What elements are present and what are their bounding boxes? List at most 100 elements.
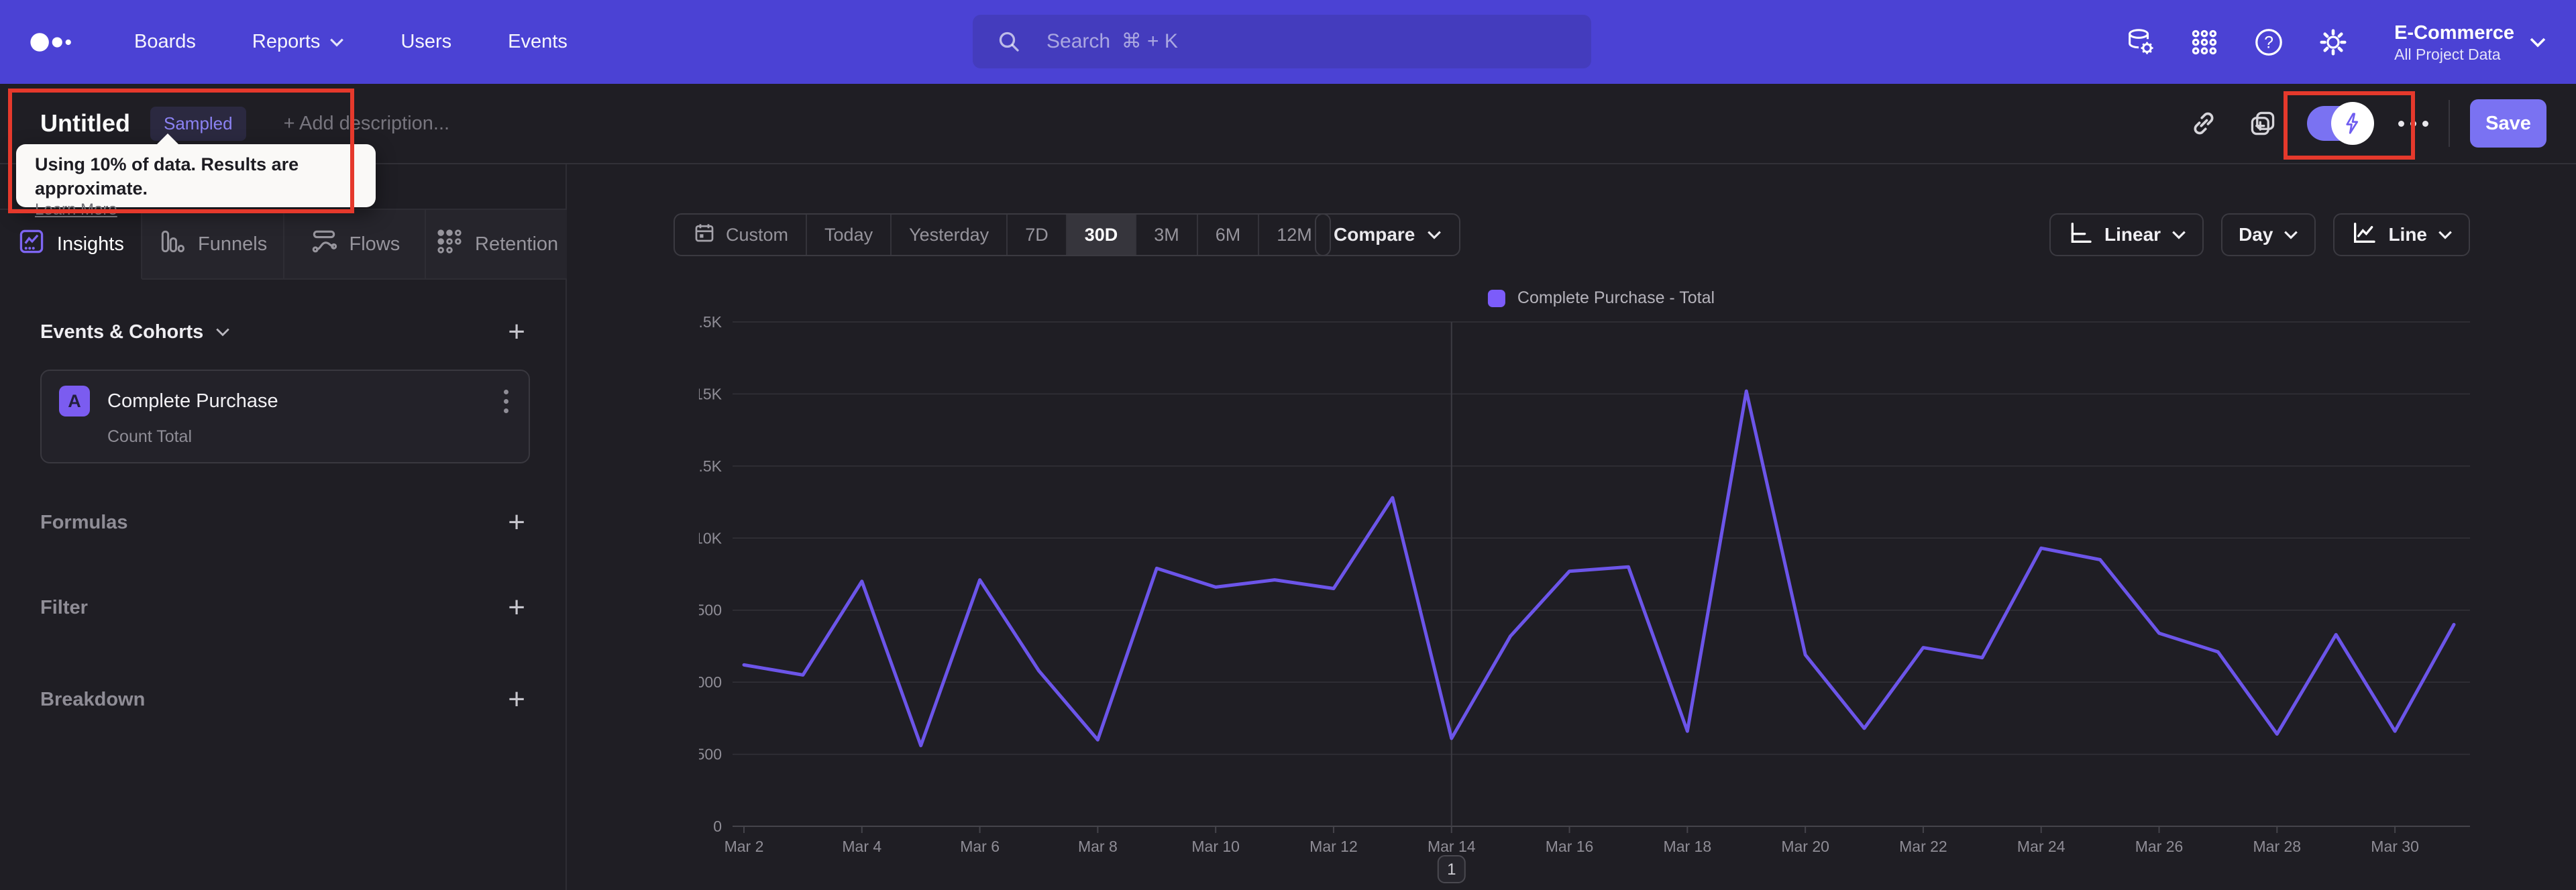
day-dropdown[interactable]: Day: [2221, 213, 2316, 256]
nav-item-reports[interactable]: Reports: [252, 31, 345, 53]
svg-text:10K: 10K: [699, 529, 722, 547]
event-card[interactable]: A Complete Purchase Count Total: [40, 370, 530, 463]
range-label: 7D: [1025, 224, 1049, 245]
sampling-toggle-knob: [2331, 102, 2374, 145]
chart-legend[interactable]: Complete Purchase - Total: [1487, 288, 1715, 308]
svg-text:0: 0: [713, 818, 722, 835]
event-name[interactable]: Complete Purchase: [107, 390, 278, 412]
range-custom[interactable]: Custom: [675, 215, 806, 255]
project-scope: All Project Data: [2394, 45, 2501, 63]
event-letter-badge: A: [59, 386, 90, 416]
search-icon: [996, 28, 1022, 58]
tab-insights[interactable]: Insights: [0, 210, 142, 280]
tab-funnels[interactable]: Funnels: [142, 210, 284, 278]
report-title[interactable]: Untitled: [40, 109, 130, 137]
help-icon[interactable]: ?: [2253, 27, 2284, 58]
line-chart-icon: [2351, 219, 2377, 251]
compare-button[interactable]: Compare: [1315, 213, 1461, 256]
add-formulas-button[interactable]: +: [508, 508, 525, 537]
learn-more-link[interactable]: Learn More: [35, 201, 117, 219]
add-event-button[interactable]: +: [508, 317, 525, 347]
copy-link-icon[interactable]: [2188, 107, 2220, 140]
tooltip-message: Using 10% of data. Results are approxima…: [35, 154, 299, 199]
svg-text:12.5K: 12.5K: [699, 457, 722, 475]
insights-icon: [17, 227, 46, 262]
tab-flows[interactable]: Flows: [284, 210, 427, 278]
events-cohorts-header: Events & Cohorts +: [40, 317, 525, 347]
global-search: [973, 15, 1591, 68]
svg-text:Mar 6: Mar 6: [960, 838, 1000, 855]
legend-label: Complete Purchase - Total: [1517, 288, 1715, 307]
range-label: Custom: [726, 224, 789, 245]
more-options-button[interactable]: [2398, 120, 2428, 127]
range-today[interactable]: Today: [806, 215, 890, 255]
range-label: 12M: [1277, 224, 1312, 245]
range-7d[interactable]: 7D: [1006, 215, 1066, 255]
add-breakdown-button[interactable]: +: [508, 685, 525, 714]
add-description[interactable]: + Add description...: [284, 113, 449, 135]
range-label: Yesterday: [909, 224, 989, 245]
data-management-icon[interactable]: [2125, 27, 2155, 58]
line-dropdown[interactable]: Line: [2333, 213, 2470, 256]
date-range-control: Custom Today Yesterday 7D 30D 3M 6M 12M: [674, 213, 1331, 256]
nav-item-boards[interactable]: Boards: [134, 31, 196, 53]
settings-gear-icon[interactable]: [2318, 27, 2349, 58]
section-breakdown: Breakdown +: [40, 683, 525, 716]
view-controls: Linear Day Line: [2049, 213, 2470, 256]
report-header: Untitled Sampled + Add description... Sa…: [0, 84, 2576, 164]
mixpanel-logo-icon[interactable]: [30, 27, 74, 57]
chevron-down-icon: [2438, 230, 2453, 239]
divider: [2449, 100, 2450, 147]
range-yesterday[interactable]: Yesterday: [890, 215, 1006, 255]
range-6m[interactable]: 6M: [1196, 215, 1258, 255]
svg-text:Mar 18: Mar 18: [1664, 838, 1712, 855]
svg-text:Mar 16: Mar 16: [1546, 838, 1594, 855]
range-30d[interactable]: 30D: [1065, 215, 1136, 255]
search-input[interactable]: [973, 15, 1591, 68]
line-chart[interactable]: 0 2,500 5,000 7,500 10K 12.5K 15K 17.5K 1 Mar 2 Ma…: [699, 309, 2497, 890]
control-label: Day: [2239, 224, 2273, 245]
chevron-down-icon: [2284, 230, 2298, 239]
event-options-kebab-icon[interactable]: [501, 387, 511, 416]
section-formulas: Formulas +: [40, 506, 525, 539]
svg-text:Mar 24: Mar 24: [2017, 838, 2065, 855]
svg-text:2,500: 2,500: [699, 746, 722, 763]
svg-text:?: ?: [2264, 33, 2273, 52]
project-selector[interactable]: E-Commerce All Project Data: [2394, 21, 2546, 64]
linear-dropdown[interactable]: Linear: [2049, 213, 2204, 256]
add-to-board-icon[interactable]: [2247, 107, 2279, 140]
nav-item-label: Reports: [252, 31, 321, 52]
tab-retention[interactable]: Retention: [426, 210, 567, 278]
svg-text:Mar 4: Mar 4: [842, 838, 881, 855]
save-button[interactable]: Save: [2470, 99, 2546, 148]
add-filter-button[interactable]: +: [508, 593, 525, 622]
nav-item-users[interactable]: Users: [400, 31, 451, 53]
event-row: A Complete Purchase: [59, 386, 511, 416]
section-label: Filter: [40, 596, 88, 618]
events-cohorts-label[interactable]: Events & Cohorts: [40, 321, 203, 343]
nav-items: Boards Reports Users Events: [134, 31, 568, 53]
tab-label: Retention: [475, 233, 559, 255]
chevron-down-icon: [1428, 231, 1442, 239]
linear-axis-icon: [2067, 219, 2094, 251]
svg-text:Mar 12: Mar 12: [1309, 838, 1358, 855]
calendar-icon: [692, 221, 716, 249]
nav-item-events[interactable]: Events: [508, 31, 568, 53]
main-content: Custom Today Yesterday 7D 30D 3M 6M 12M Compare…: [568, 164, 2576, 890]
apps-grid-icon[interactable]: [2189, 27, 2220, 58]
range-label: 3M: [1154, 224, 1179, 245]
compare-label: Compare: [1334, 224, 1415, 245]
tab-label: Flows: [349, 233, 400, 255]
section-filter: Filter +: [40, 592, 525, 624]
sampling-toggle[interactable]: [2307, 102, 2374, 145]
svg-text:Mar 10: Mar 10: [1191, 838, 1240, 855]
header-actions: Save: [2188, 99, 2546, 148]
nav-item-label: Events: [508, 31, 568, 52]
svg-text:7,500: 7,500: [699, 602, 722, 619]
event-metric[interactable]: Count Total: [107, 427, 511, 447]
range-3m[interactable]: 3M: [1135, 215, 1197, 255]
range-label: 30D: [1084, 224, 1118, 245]
legend-swatch: [1487, 289, 1505, 307]
retention-icon: [435, 227, 464, 262]
section-label: Breakdown: [40, 688, 146, 710]
